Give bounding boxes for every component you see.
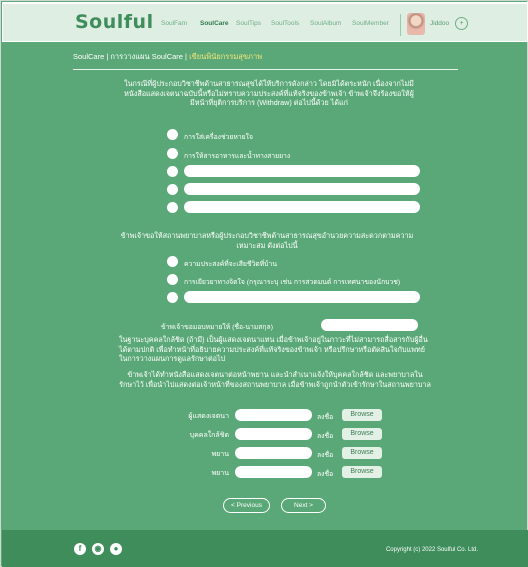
option-other-2-radio[interactable] [167, 184, 178, 195]
breadcrumb-path[interactable]: SoulCare | การวางแผน SoulCare | [73, 52, 189, 61]
close-person-sign-label: ลงชื่อ [317, 433, 334, 440]
option-spiritual-care-radio[interactable] [167, 274, 178, 285]
instagram-icon[interactable]: ◉ [92, 543, 104, 555]
spiritual-detail-input[interactable] [184, 291, 420, 303]
user-menu-icon[interactable]: + [455, 17, 468, 30]
page-frame: Soulful SoulFam SoulCare SoulTips SoulTo… [0, 0, 528, 567]
brand-logo[interactable]: Soulful [75, 11, 154, 33]
witness-2-browse-button[interactable]: Browse [342, 466, 382, 478]
option-ventilator-label: การใส่เครื่องช่วยหายใจ [184, 134, 253, 141]
nav-divider [400, 14, 401, 36]
declaration-text: ข้าพเจ้าได้ทำหนังสือแสดงเจตนาต่อหน้าพยาน… [119, 370, 431, 389]
option-other-1-input[interactable] [184, 165, 420, 177]
intro-text: ในกรณีที่ผู้ประกอบวิชาชีพด้านสาธารณสุขได… [124, 79, 414, 108]
close-person-browse-button[interactable]: Browse [342, 428, 382, 440]
facebook-icon[interactable]: f [74, 543, 86, 555]
user-avatar[interactable] [407, 13, 425, 35]
copyright-text: Copyright (c) 2022 Soulful Co. Ltd. [385, 547, 478, 553]
signatory-sign-label: ลงชื่อ [317, 414, 334, 421]
facilitation-text: ข้าพเจ้าขอให้สถานพยาบาลหรือผู้ประกอบวิชา… [120, 231, 414, 250]
nav-item-soultools[interactable]: SoulTools [271, 20, 299, 27]
signatory-browse-button[interactable]: Browse [342, 409, 382, 421]
option-other-3-radio[interactable] [167, 202, 178, 213]
line-icon[interactable]: ● [110, 543, 122, 555]
option-other-3-input[interactable] [184, 201, 420, 213]
option-die-at-home-radio[interactable] [167, 256, 178, 267]
nav-item-soulcare[interactable]: SoulCare [200, 20, 229, 27]
top-header: Soulful SoulFam SoulCare SoulTips SoulTo… [2, 2, 528, 42]
option-tube-feeding-radio[interactable] [167, 148, 178, 159]
option-other-2-input[interactable] [184, 183, 420, 195]
witness-1-browse-button[interactable]: Browse [342, 447, 382, 459]
option-spiritual-detail-radio[interactable] [167, 292, 178, 303]
nav-item-soultips[interactable]: SoulTips [236, 20, 261, 27]
previous-button[interactable]: < Previous [223, 498, 270, 513]
witness-1-label: พยาน [211, 451, 229, 458]
breadcrumb-divider [73, 69, 458, 70]
witness-2-name-input[interactable] [235, 466, 312, 478]
breadcrumb: SoulCare | การวางแผน SoulCare | เขียนพิน… [73, 51, 262, 63]
witness-1-sign-label: ลงชื่อ [317, 452, 334, 459]
breadcrumb-current: เขียนพินัยกรรมสุขภาพ [189, 52, 263, 61]
proxy-label: ข้าพเจ้าขอมอบหมายให้ (ชื่อ-นามสกุล) [161, 324, 273, 331]
proxy-description: ในฐานะบุคคลใกล้ชิด (ถ้ามี) เป็นผู้แสดงเจ… [119, 335, 428, 364]
username[interactable]: Jiddoo [430, 20, 449, 27]
proxy-name-input[interactable] [321, 319, 418, 331]
option-ventilator-radio[interactable] [167, 129, 178, 140]
witness-1-name-input[interactable] [235, 447, 312, 459]
footer: f ◉ ● Copyright (c) 2022 Soulful Co. Ltd… [2, 530, 528, 567]
signatory-label: ผู้แสดงเจตนา [188, 413, 229, 420]
nav-item-soulfam[interactable]: SoulFam [161, 20, 187, 27]
witness-2-sign-label: ลงชื่อ [317, 471, 334, 478]
witness-2-label: พยาน [211, 470, 229, 477]
close-person-name-input[interactable] [235, 428, 312, 440]
signatory-name-input[interactable] [235, 409, 312, 421]
option-other-1-radio[interactable] [167, 166, 178, 177]
nav-item-soulalbum[interactable]: SoulAlbum [310, 20, 341, 27]
option-tube-feeding-label: การให้สารอาหารและน้ำทางสายยาง [184, 153, 291, 160]
option-die-at-home-label: ความประสงค์ที่จะเสียชีวิตที่บ้าน [184, 261, 277, 268]
next-button[interactable]: Next > [281, 498, 326, 513]
close-person-label: บุคคลใกล้ชิด [189, 432, 229, 439]
header-bar: Soulful SoulFam SoulCare SoulTips SoulTo… [3, 4, 527, 41]
option-spiritual-care-label: การเยียวยาทางจิตใจ (กรุณาระบุ เช่น การสว… [184, 279, 401, 286]
nav-item-soulmember[interactable]: SoulMember [352, 20, 389, 27]
